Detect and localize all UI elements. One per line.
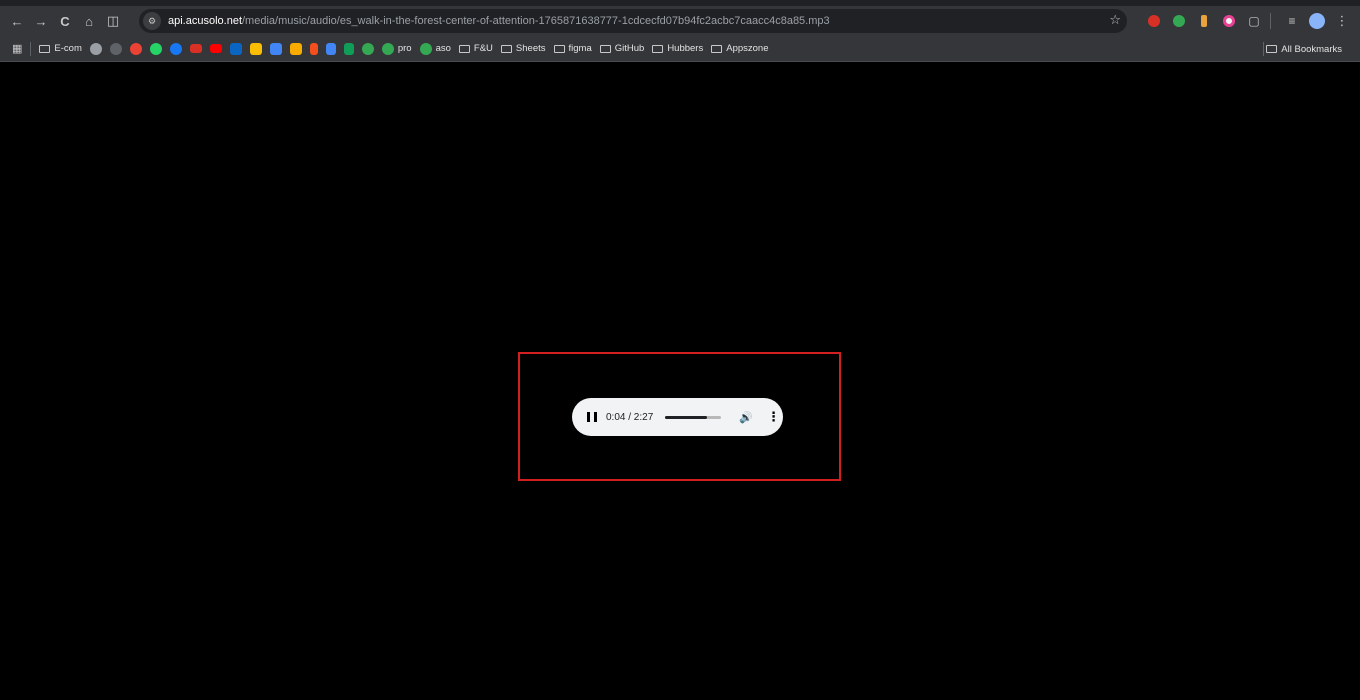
red-site-icon	[129, 42, 142, 55]
folder-icon	[711, 44, 723, 53]
bookmark-gmail[interactable]	[189, 39, 202, 59]
pause-bar	[594, 412, 597, 422]
folder-icon	[39, 44, 51, 53]
chrome-icon	[361, 42, 374, 55]
bookmark-label: pro	[397, 43, 412, 54]
bookmarks-bar: ▦ E-com pro aso F&U Sheets figma GitHub …	[0, 36, 1360, 62]
youtube-icon	[209, 44, 222, 53]
folder-icon	[652, 44, 664, 53]
all-bookmarks-button[interactable]: All Bookmarks	[1266, 39, 1342, 59]
bookmarks-separator	[30, 41, 32, 56]
folder-icon	[553, 44, 565, 53]
openai-icon	[109, 42, 122, 55]
bookmark-drive[interactable]	[249, 39, 262, 59]
progress-fill	[665, 415, 708, 419]
all-bookmarks-label: All Bookmarks	[1281, 43, 1342, 55]
bookmark-translate[interactable]	[269, 39, 282, 59]
browser-menu-icon[interactable]: ⋮	[1332, 11, 1352, 31]
more-options-icon[interactable]: ⋮	[767, 409, 780, 425]
bookmark-facebook[interactable]	[169, 39, 182, 59]
extensions-puzzle-icon[interactable]: ▢	[1244, 11, 1264, 31]
bookmark-folder-ecom[interactable]: E-com	[39, 39, 82, 59]
translate-icon	[269, 42, 282, 55]
address-url[interactable]: api.acusolo.net/media/music/audio/es_wal…	[168, 15, 830, 27]
split-view-button[interactable]: ◫	[102, 10, 124, 32]
aso-site-icon	[419, 42, 432, 55]
bookmark-openai[interactable]	[109, 39, 122, 59]
time-display: 0:04 / 2:27	[606, 411, 654, 423]
drive-icon	[249, 42, 262, 55]
facebook-icon	[169, 42, 182, 55]
bookmark-figma[interactable]	[309, 39, 318, 59]
linkedin-icon	[229, 42, 242, 55]
site-info-icon[interactable]: ⚙	[143, 12, 161, 30]
bookmark-folder-fu[interactable]: F&U	[458, 39, 493, 59]
apps-grid-icon[interactable]: ▦	[12, 42, 22, 55]
folder-icon	[500, 44, 512, 53]
extension-red-icon[interactable]	[1144, 11, 1164, 31]
bookmark-label: Hubbers	[667, 43, 704, 54]
bookmark-star-icon[interactable]: ☆	[1109, 12, 1121, 28]
bookmark-folder-hubbers[interactable]: Hubbers	[652, 39, 703, 59]
bookmark-folder-figma[interactable]: figma	[553, 39, 592, 59]
extension-colorpicker-icon[interactable]	[1219, 11, 1239, 31]
bookmark-label: aso	[435, 43, 451, 54]
folder-icon	[599, 44, 611, 53]
reload-button[interactable]: C	[54, 10, 76, 32]
gmail-icon	[189, 44, 202, 53]
progress-slider[interactable]	[665, 415, 722, 419]
extension-figure-icon[interactable]	[1194, 11, 1214, 31]
bookmark-folder-appszone[interactable]: Appszone	[711, 39, 769, 59]
home-button[interactable]: ⌂	[78, 10, 100, 32]
bookmark-label: GitHub	[614, 43, 645, 54]
reading-list-icon[interactable]: ≡	[1282, 11, 1302, 31]
whatsapp-icon	[149, 42, 162, 55]
bookmark-analytics[interactable]	[289, 39, 302, 59]
bookmark-folder-github[interactable]: GitHub	[599, 39, 645, 59]
pause-button[interactable]	[587, 412, 597, 422]
forward-button[interactable]: →	[30, 10, 52, 32]
bookmark-chatgpt[interactable]	[89, 39, 102, 59]
figma-icon	[309, 42, 318, 55]
bookmarks-separator	[1263, 42, 1264, 56]
pro-site-icon	[381, 42, 394, 55]
bookmark-youtube[interactable]	[209, 39, 222, 59]
bookmark-label: figma	[568, 43, 592, 54]
toolbar-separator	[1270, 13, 1271, 29]
url-path: /media/music/audio/es_walk-in-the-forest…	[242, 15, 830, 27]
bookmark-label: Appszone	[726, 43, 769, 54]
address-bar[interactable]: ⚙ api.acusolo.net/media/music/audio/es_w…	[139, 9, 1127, 33]
extension-shield-icon[interactable]	[1169, 11, 1189, 31]
folder-icon	[1266, 45, 1278, 53]
profile-avatar-icon[interactable]	[1307, 11, 1327, 31]
bookmark-red-site[interactable]	[129, 39, 142, 59]
bookmark-label: F&U	[473, 43, 493, 54]
bookmark-aso[interactable]: aso	[419, 39, 451, 59]
analytics-icon	[289, 42, 302, 55]
bookmark-sheets[interactable]	[343, 39, 354, 59]
chatgpt-icon	[89, 42, 102, 55]
browser-toolbar: ← → C ⌂ ◫ ⚙ api.acusolo.net/media/music/…	[0, 6, 1360, 36]
folder-icon	[458, 44, 470, 53]
pause-bar	[587, 412, 590, 422]
audio-player: 0:04 / 2:27 🔊 ⋮	[572, 398, 783, 436]
bookmark-docs[interactable]	[325, 39, 336, 59]
back-button[interactable]: ←	[6, 10, 28, 32]
bookmark-chrome[interactable]	[361, 39, 374, 59]
sheets-icon	[343, 42, 354, 55]
volume-icon[interactable]: 🔊	[739, 411, 753, 424]
extensions-area: ▢ ≡ ⋮	[1139, 6, 1360, 36]
bookmark-linkedin[interactable]	[229, 39, 242, 59]
bookmark-whatsapp[interactable]	[149, 39, 162, 59]
url-domain: api.acusolo.net	[168, 15, 242, 27]
bookmark-label: Sheets	[515, 43, 546, 54]
bookmark-pro[interactable]: pro	[381, 39, 412, 59]
docs-icon	[325, 42, 336, 55]
bookmark-folder-sheets[interactable]: Sheets	[500, 39, 546, 59]
bookmark-label: E-com	[54, 43, 82, 54]
